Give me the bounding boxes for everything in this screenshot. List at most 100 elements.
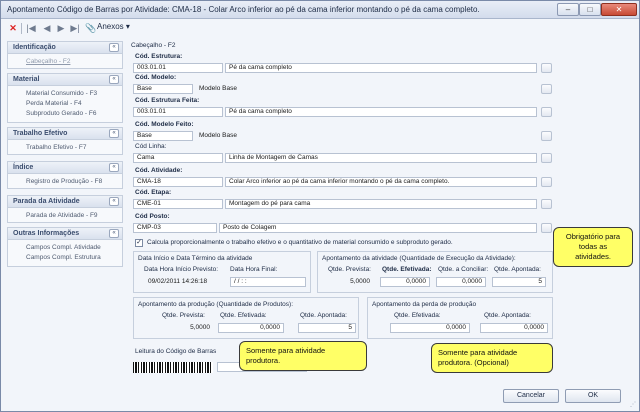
linha-lookup-button[interactable]	[541, 153, 552, 163]
atividade-lookup-button[interactable]	[541, 177, 552, 187]
sidebar-item-registro-producao[interactable]: Registro de Produção - F8	[26, 178, 102, 185]
barcode-label: Leitura do Código de Barras	[135, 348, 217, 355]
modelo-label: Cód. Modelo:	[135, 74, 177, 81]
etapa-code-field[interactable]: CME-01	[133, 199, 223, 209]
ok-button[interactable]: OK	[565, 389, 621, 403]
data-final-field[interactable]: / / : :	[230, 277, 306, 287]
atividade-desc-field: Colar Arco inferior ao pé da cama inferi…	[225, 177, 537, 187]
producao-prevista-label: Qtde. Prevista:	[162, 312, 205, 319]
apontamento-atividade-panel: Apontamento da atividade (Quantidade de …	[317, 251, 553, 293]
etapa-label: Cód. Etapa:	[135, 189, 172, 196]
dialog-window: Apontamento Código de Barras por Ativida…	[0, 0, 640, 412]
sidebar-group-material: Material « Material Consumido - F3 Perda…	[7, 73, 123, 123]
producao-apontada-field[interactable]: 5	[298, 323, 356, 333]
sidebar-group-indice: Índice « Registro de Produção - F8	[7, 161, 123, 189]
sidebar-item-campos-estrutura[interactable]: Campos Compl. Estrutura	[26, 254, 101, 261]
collapse-chevron-icon[interactable]: «	[109, 163, 119, 172]
atividade-efetivada-label: Qtde. Efetivada:	[382, 266, 432, 273]
sidebar-group-outras-informacoes: Outras Informações « Campos Compl. Ativi…	[7, 227, 123, 267]
datas-panel: Data Início e Data Término da atividade …	[133, 251, 311, 293]
etapa-lookup-button[interactable]	[541, 199, 552, 209]
collapse-chevron-icon[interactable]: «	[109, 229, 119, 238]
collapse-chevron-icon[interactable]: «	[109, 43, 119, 52]
data-inicio-label: Data Hora Início Previsto:	[144, 266, 219, 273]
chevron-down-icon: ▾	[125, 22, 130, 31]
sidebar-item-perda-material[interactable]: Perda Material - F4	[26, 100, 82, 107]
modelo-lookup-button[interactable]	[541, 84, 552, 94]
modelo-feito-lookup-button[interactable]	[541, 131, 552, 141]
sidebar-group-header[interactable]: Identificação «	[8, 42, 122, 54]
data-inicio-field[interactable]: 09/02/2011 14:26:18	[144, 277, 226, 287]
apontamento-perda-panel: Apontamento da perda de produção Qtde. E…	[367, 297, 553, 339]
perda-efetivada-field: 0,0000	[390, 323, 470, 333]
linha-label: Cód Linha:	[135, 143, 167, 150]
previous-record-icon[interactable]: ◀	[41, 22, 53, 34]
sidebar-item-material-consumido[interactable]: Material Consumido - F3	[26, 90, 97, 97]
resize-grip-icon[interactable]: ⋰	[630, 401, 636, 408]
modelo-desc-field: Modelo Base	[199, 85, 237, 92]
atividade-efetivada-field: 0,0000	[380, 277, 430, 287]
collapse-chevron-icon[interactable]: «	[109, 129, 119, 138]
title-bar[interactable]: Apontamento Código de Barras por Ativida…	[1, 1, 639, 19]
estrutura-code-field[interactable]: 003.01.01	[133, 63, 223, 73]
sidebar-group-identificacao: Identificação « Cabeçalho - F2	[7, 41, 123, 69]
estrutura-feita-desc-field: Pé da cama completo	[225, 107, 537, 117]
close-button[interactable]: ✕	[601, 3, 637, 16]
maximize-button[interactable]: □	[579, 3, 601, 16]
modelo-feito-code-field[interactable]: Base	[133, 131, 193, 141]
sidebar-item-cabecalho[interactable]: Cabeçalho - F2	[26, 58, 70, 65]
posto-code-field[interactable]: CMP-03	[133, 223, 217, 233]
atividade-apontada-field[interactable]: 5	[492, 277, 546, 287]
collapse-chevron-icon[interactable]: «	[109, 75, 119, 84]
collapse-chevron-icon[interactable]: «	[109, 197, 119, 206]
callout-somente-produtora: Somente para atividade produtora.	[239, 341, 367, 371]
sidebar-group-header[interactable]: Material «	[8, 74, 122, 86]
last-record-icon[interactable]: ▶|	[69, 22, 81, 34]
next-record-icon[interactable]: ▶	[55, 22, 67, 34]
first-record-icon[interactable]: |◀	[25, 22, 37, 34]
atividade-conciliar-label: Qtde. a Conciliar:	[438, 266, 489, 273]
linha-code-field[interactable]: Cama	[133, 153, 223, 163]
atividade-code-field[interactable]: CMA-18	[133, 177, 223, 187]
window-title: Apontamento Código de Barras por Ativida…	[7, 5, 480, 14]
paperclip-icon[interactable]: 📎	[85, 22, 97, 34]
producao-apontada-label: Qtde. Apontada:	[300, 312, 347, 319]
apontamento-perda-title: Apontamento da perda de produção	[372, 301, 477, 308]
calc-checkbox[interactable]: ✓	[135, 239, 143, 247]
estrutura-feita-lookup-button[interactable]	[541, 107, 552, 117]
modelo-code-field[interactable]: Base	[133, 84, 193, 94]
atividade-prevista-label: Qtde. Prevista:	[328, 266, 371, 273]
etapa-desc-field: Montagem do pé para cama	[225, 199, 537, 209]
anexos-button[interactable]: Anexos ▾	[97, 22, 130, 31]
posto-label: Cód Posto:	[135, 213, 170, 220]
sidebar-group-header[interactable]: Parada da Atividade «	[8, 196, 122, 208]
main-form: Cabeçalho - F2 Cód. Estrutura: 003.01.01…	[129, 41, 637, 381]
sidebar-group-header[interactable]: Trabalho Efetivo «	[8, 128, 122, 140]
posto-lookup-button[interactable]	[541, 223, 552, 233]
atividade-label: Cód. Atividade:	[135, 167, 183, 174]
estrutura-feita-code-field[interactable]: 003.01.01	[133, 107, 223, 117]
sidebar-item-campos-atividade[interactable]: Campos Compl. Atividade	[26, 244, 101, 251]
sidebar-group-header[interactable]: Outras Informações «	[8, 228, 122, 240]
cancel-button[interactable]: Cancelar	[503, 389, 559, 403]
producao-efetivada-field: 0,0000	[218, 323, 284, 333]
modelo-feito-label: Cód. Modelo Feito:	[135, 121, 194, 128]
atividade-apontada-label: Qtde. Apontada:	[494, 266, 541, 273]
sidebar-item-trabalho-efetivo[interactable]: Trabalho Efetivo - F7	[26, 144, 86, 151]
delete-icon[interactable]: ✕	[7, 22, 19, 34]
perda-apontada-field[interactable]: 0,0000	[480, 323, 548, 333]
estrutura-feita-label: Cód. Estrutura Feita:	[135, 97, 200, 104]
toolbar-separator	[21, 23, 22, 34]
sidebar-group-header[interactable]: Índice «	[8, 162, 122, 174]
minimize-button[interactable]: –	[557, 3, 579, 16]
callout-obrigatorio: Obrigatório para todas as atividades.	[553, 227, 633, 267]
barcode-icon	[133, 362, 213, 373]
sidebar-item-parada-atividade[interactable]: Parada de Atividade - F9	[26, 212, 98, 219]
sidebar-item-subproduto-gerado[interactable]: Subproduto Gerado - F6	[26, 110, 96, 117]
modelo-feito-desc-field: Modelo Base	[199, 132, 237, 139]
dialog-footer: Cancelar OK ⋰	[1, 383, 639, 411]
calc-checkbox-label: Calcula proporcionalmente o trabalho efe…	[147, 239, 453, 246]
atividade-prevista-field: 5,0000	[350, 278, 370, 285]
anexos-label: Anexos	[97, 22, 124, 31]
estrutura-lookup-button[interactable]	[541, 63, 552, 73]
